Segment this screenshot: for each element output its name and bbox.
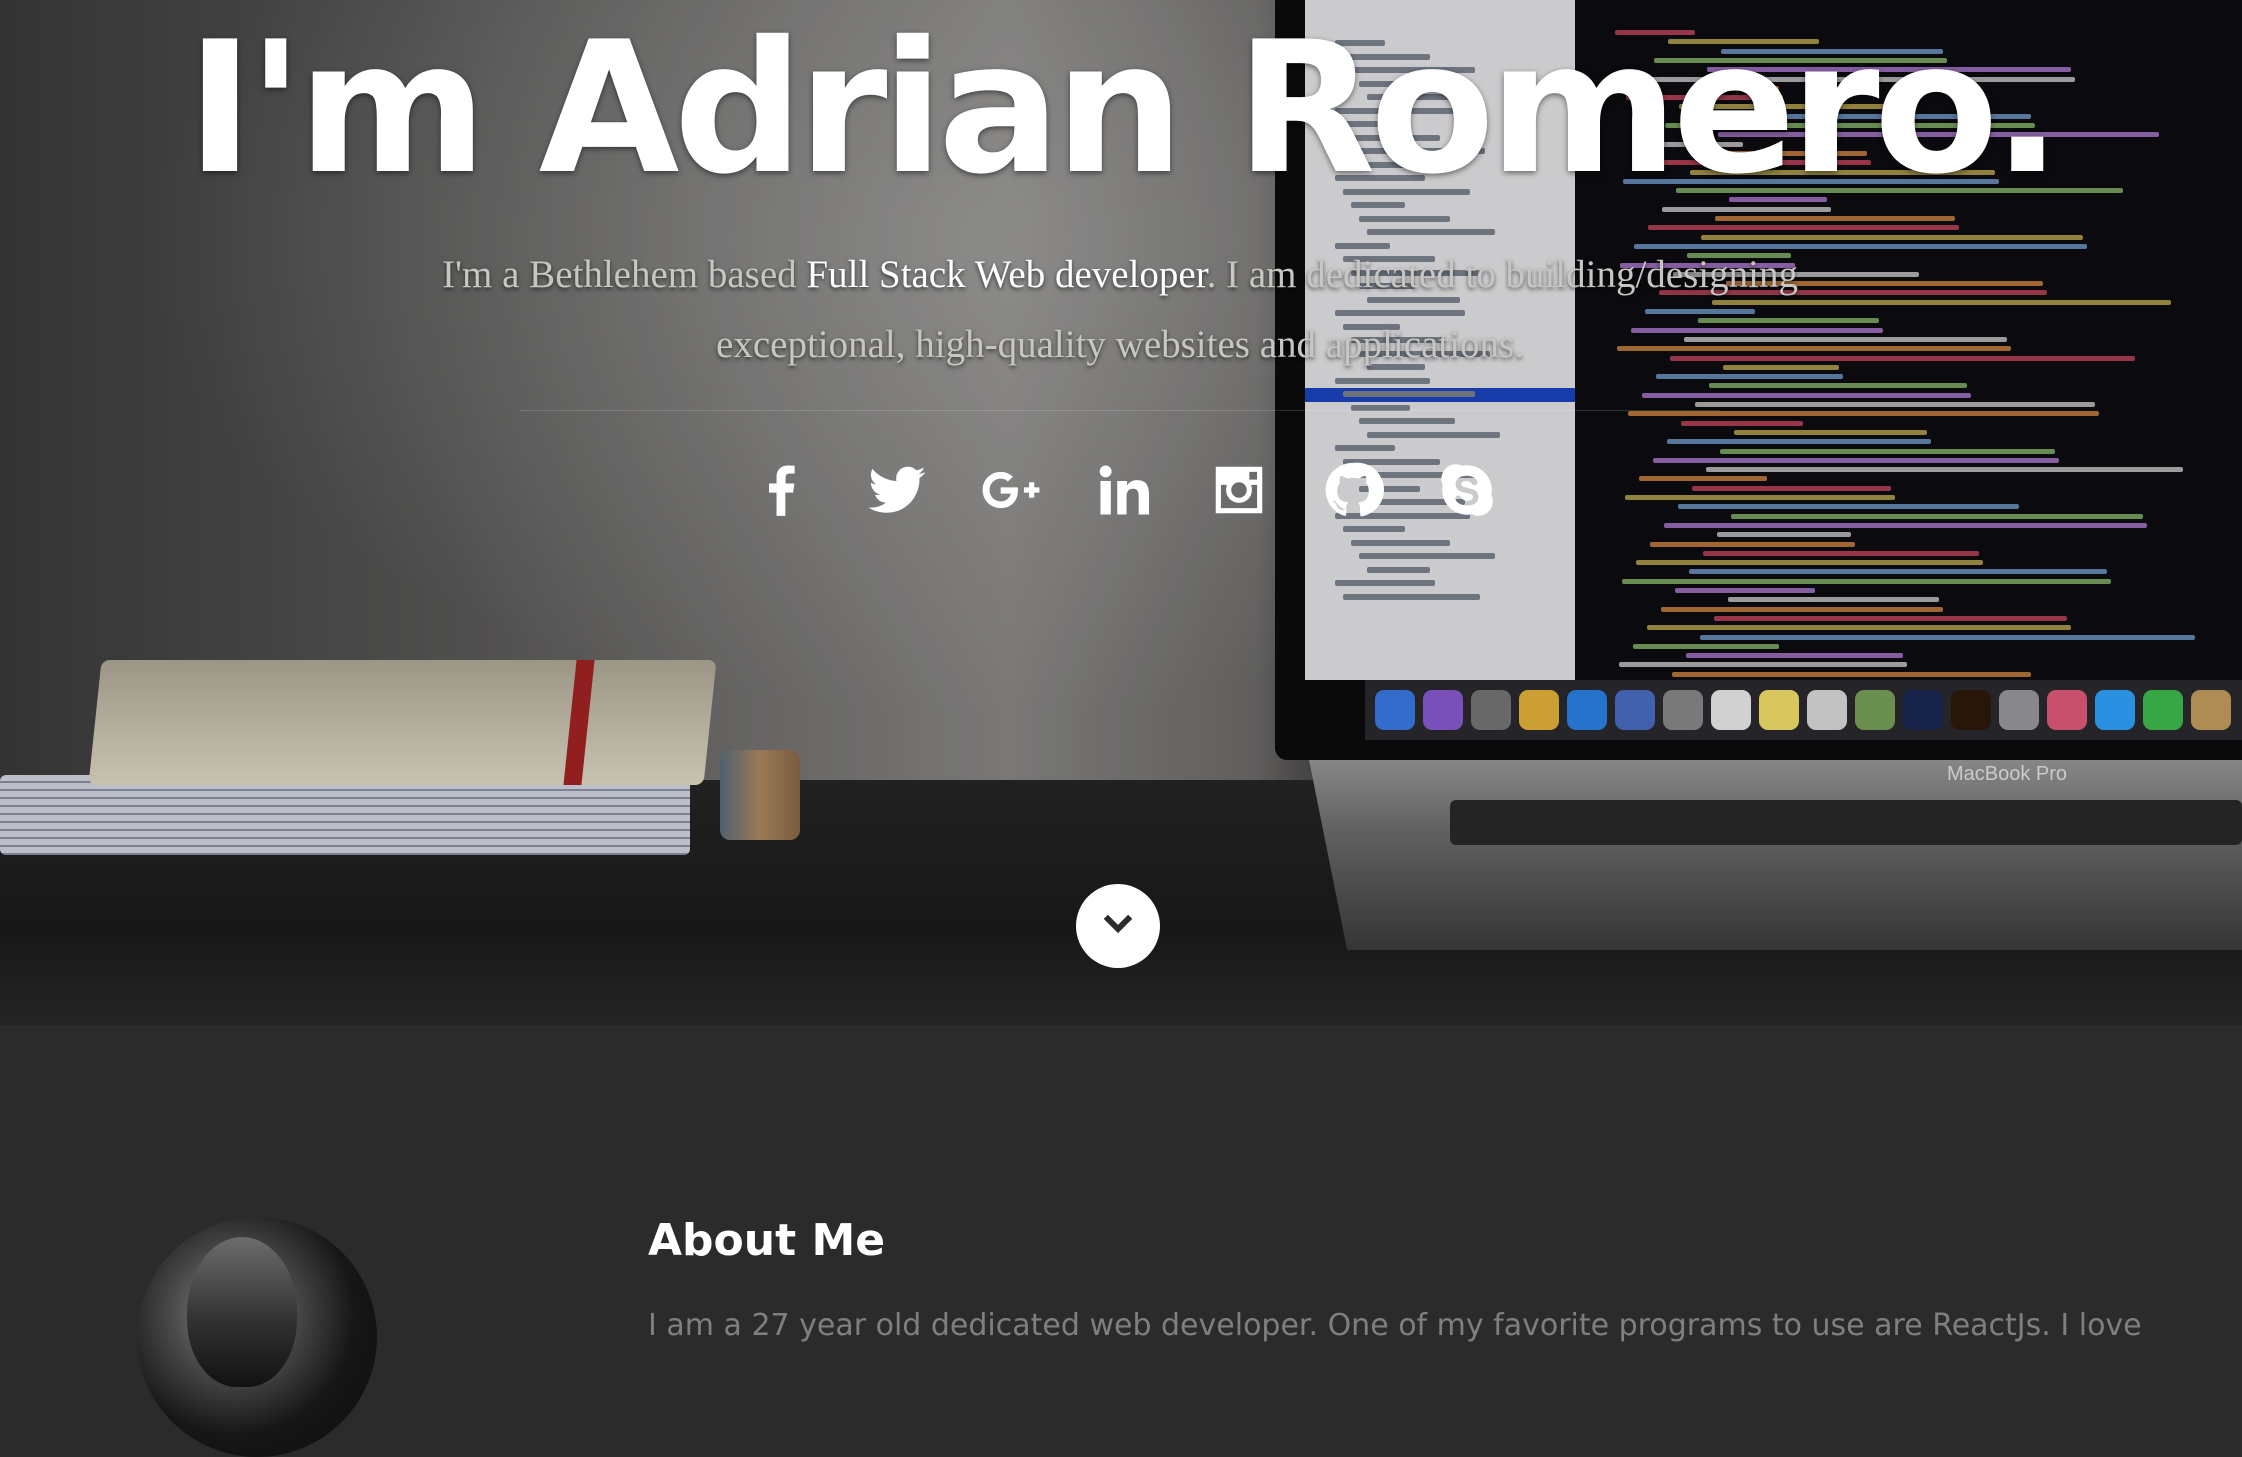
facebook-icon [769,465,795,516]
linkedin-icon [1099,465,1150,515]
about-section: About Me I am a 27 year old dedicated we… [0,1025,2242,1457]
scroll-down-button[interactable] [1076,884,1160,968]
hero-divider [520,410,1720,411]
instagram-link[interactable] [1208,455,1270,525]
twitter-icon [868,466,926,513]
linkedin-link[interactable] [1094,455,1156,525]
facebook-link[interactable] [752,455,814,525]
avatar [137,1217,377,1457]
skype-link[interactable] [1436,455,1498,525]
github-link[interactable] [1322,455,1384,525]
about-heading: About Me [648,1215,886,1266]
google-plus-icon [982,471,1040,509]
tagline-highlight: Full Stack Web developer [806,253,1207,296]
hero-section: MacBook Pro I'm Adrian Romero. I'm a Bet… [0,0,2242,1025]
google-plus-link[interactable] [980,455,1042,525]
chevron-down-icon [1103,914,1133,934]
twitter-link[interactable] [866,455,928,525]
hero-tagline: I'm a Bethlehem based Full Stack Web dev… [430,240,1810,380]
about-text: I am a 27 year old dedicated web develop… [648,1308,2142,1343]
github-icon [1325,462,1384,517]
instagram-icon [1215,466,1263,514]
skype-icon [1441,464,1493,516]
hero-title: I'm Adrian Romero. [186,2,2062,214]
social-links [0,455,2242,525]
tagline-prefix: I'm a Bethlehem based [442,253,807,296]
